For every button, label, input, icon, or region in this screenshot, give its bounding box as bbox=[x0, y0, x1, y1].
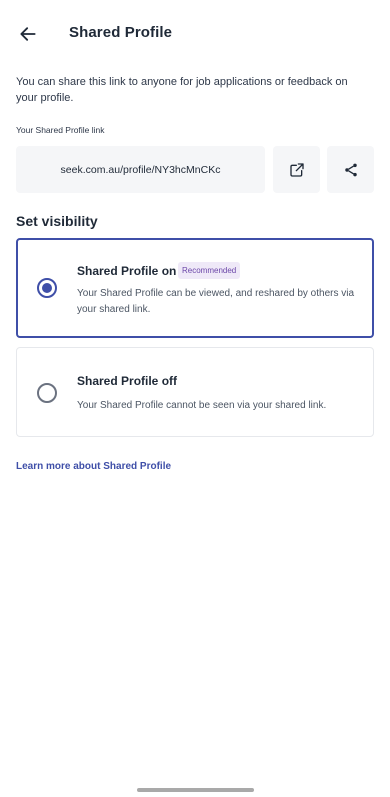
set-visibility-heading: Set visibility bbox=[16, 213, 98, 229]
visibility-option-off[interactable]: Shared Profile off Your Shared Profile c… bbox=[16, 347, 374, 437]
back-button[interactable] bbox=[12, 18, 44, 50]
option-off-title: Shared Profile off bbox=[77, 374, 178, 388]
app-bar: Shared Profile bbox=[0, 0, 390, 70]
visibility-option-on[interactable]: Shared Profile on Recommended Your Share… bbox=[16, 238, 374, 338]
intro-text: You can share this link to anyone for jo… bbox=[16, 76, 348, 104]
open-link-button[interactable] bbox=[273, 146, 320, 193]
option-off-description: Your Shared Profile cannot be seen via y… bbox=[77, 400, 327, 411]
shared-link-field[interactable]: seek.com.au/profile/NY3hcMnCKc bbox=[16, 146, 265, 193]
radio-dot bbox=[42, 283, 52, 293]
arrow-left-icon bbox=[20, 27, 36, 41]
learn-more-link[interactable]: Learn more about Shared Profile bbox=[16, 461, 171, 472]
shared-link-label: Your Shared Profile link bbox=[16, 125, 105, 135]
page-title: Shared Profile bbox=[69, 24, 173, 41]
open-in-new-icon bbox=[289, 162, 304, 177]
radio-unselected[interactable] bbox=[37, 383, 57, 403]
option-on-description: Your Shared Profile can be viewed, and r… bbox=[77, 288, 355, 315]
share-link-button[interactable] bbox=[327, 146, 374, 193]
shared-link-url: seek.com.au/profile/NY3hcMnCKc bbox=[60, 163, 221, 176]
share-icon bbox=[344, 163, 357, 176]
shared-profile-screen: Shared Profile You can share this link t… bbox=[0, 0, 390, 797]
home-indicator[interactable] bbox=[137, 788, 254, 792]
radio-selected[interactable] bbox=[37, 278, 57, 298]
option-on-title: Shared Profile on bbox=[77, 264, 177, 278]
recommended-badge: Recommended bbox=[178, 262, 241, 279]
